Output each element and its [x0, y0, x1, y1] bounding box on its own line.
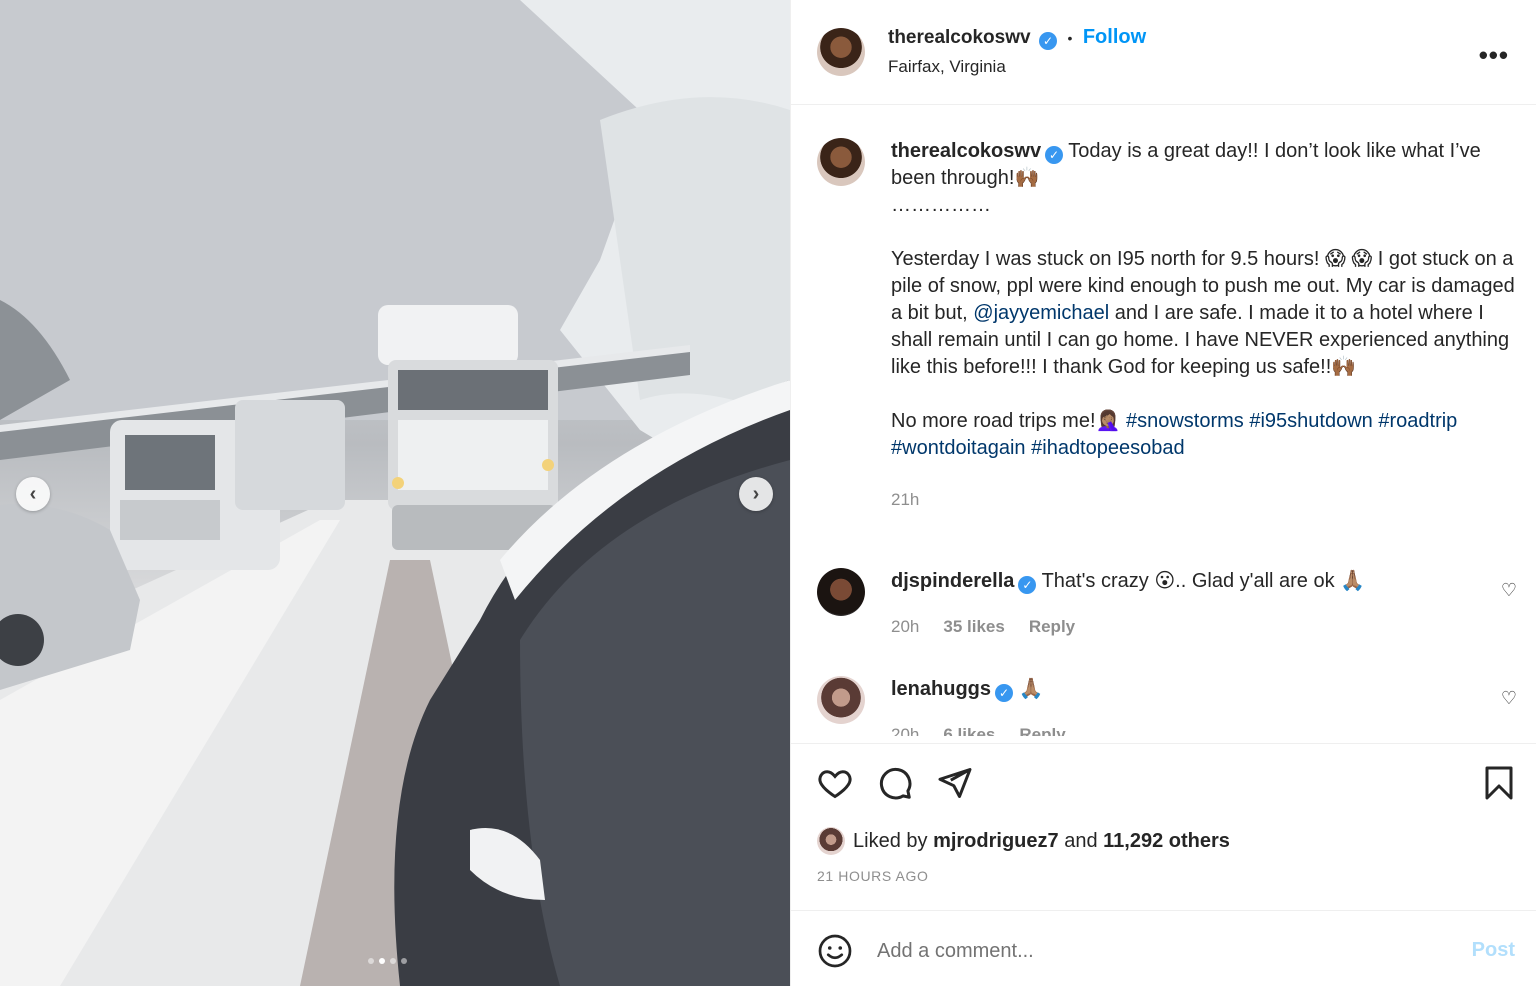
- verified-badge-icon: ✓: [1039, 32, 1058, 50]
- carousel-dot-active: [379, 958, 385, 964]
- previous-slide-button[interactable]: ‹: [16, 477, 50, 511]
- post-time-ago[interactable]: 21 HOURS AGO: [817, 868, 928, 884]
- caption-paragraph-3: No more road trips me!🤦🏽‍♀️ #snowstorms …: [891, 408, 1521, 462]
- comment-likes[interactable]: 6 likes: [943, 721, 995, 736]
- separator: •: [1067, 30, 1073, 46]
- hashtag-link[interactable]: #i95shutdown: [1249, 410, 1372, 432]
- comment-text: That's crazy 😮.. Glad y'all are ok 🙏🏽: [1041, 570, 1366, 592]
- comment-like-heart-icon[interactable]: ♡: [1501, 688, 1517, 709]
- hashtag-link[interactable]: #wontdoitagain: [891, 437, 1026, 459]
- emoji-icon[interactable]: [817, 933, 853, 969]
- likes-count[interactable]: 11,292 others: [1103, 830, 1230, 852]
- caption-username[interactable]: therealcokoswv: [891, 140, 1041, 162]
- comment-meta: 20h 35 likes Reply: [891, 613, 1491, 640]
- liked-by-username[interactable]: mjrodriguez7: [933, 830, 1059, 852]
- comment-time[interactable]: 20h: [891, 613, 919, 640]
- comment-item: djspinderella ✓ That's crazy 😮.. Glad y'a…: [891, 568, 1491, 640]
- comment-reply-button[interactable]: Reply: [1029, 613, 1075, 640]
- comment-input[interactable]: [875, 935, 1439, 967]
- carousel-dot: [390, 958, 396, 964]
- post-header: therealcokoswv ✓ • Follow Fairfax, Virgi…: [791, 0, 1536, 105]
- share-icon[interactable]: [937, 765, 973, 801]
- hashtag-link[interactable]: #ihadtopeesobad: [1031, 437, 1184, 459]
- post-location[interactable]: Fairfax, Virginia: [888, 57, 1006, 77]
- verified-badge-icon: ✓: [995, 684, 1014, 702]
- post-image[interactable]: ‹ ›: [0, 0, 790, 986]
- post-actions: Liked by mjrodriguez7 and 11,292 others …: [791, 743, 1536, 914]
- next-slide-button[interactable]: ›: [739, 477, 773, 511]
- bookmark-icon[interactable]: [1481, 765, 1517, 801]
- comment-likes[interactable]: 35 likes: [943, 613, 1004, 640]
- caption-dots: ……………: [891, 194, 991, 216]
- comment-item: lenahuggs ✓ 🙏🏽 20h 6 likes Reply: [891, 676, 1491, 736]
- comment-icon[interactable]: [877, 765, 913, 801]
- caption-text: No more road trips me!🤦🏽‍♀️: [891, 410, 1126, 432]
- carousel-dot: [368, 958, 374, 964]
- hashtag-link[interactable]: #roadtrip: [1378, 410, 1457, 432]
- caption-timestamp[interactable]: 21h: [891, 486, 1521, 513]
- carousel-dot: [401, 958, 407, 964]
- comment-username[interactable]: djspinderella: [891, 570, 1014, 592]
- commenter-avatar[interactable]: [817, 568, 865, 616]
- comment-username[interactable]: lenahuggs: [891, 678, 991, 700]
- comment-meta: 20h 6 likes Reply: [891, 721, 1491, 736]
- comment-scroll-clip: lenahuggs ✓ 🙏🏽 20h 6 likes Reply ♡: [791, 660, 1536, 736]
- add-comment-bar: Post: [791, 910, 1536, 987]
- liked-by-avatar[interactable]: [817, 827, 845, 855]
- author-username[interactable]: therealcokoswv: [888, 27, 1031, 48]
- chevron-right-icon: ›: [752, 482, 760, 505]
- comment-like-heart-icon[interactable]: ♡: [1501, 580, 1517, 601]
- commenter-avatar[interactable]: [817, 676, 865, 724]
- comment-reply-button[interactable]: Reply: [1019, 721, 1065, 736]
- hashtag-link[interactable]: #snowstorms: [1126, 410, 1244, 432]
- snow-highway-photo: [0, 0, 790, 986]
- post-comment-button[interactable]: Post: [1472, 939, 1515, 962]
- author-avatar[interactable]: [817, 28, 865, 76]
- liked-mid: and: [1058, 829, 1104, 852]
- heart-icon[interactable]: [817, 765, 853, 801]
- chevron-left-icon: ‹: [29, 482, 37, 505]
- carousel-indicator: [368, 958, 407, 964]
- caption-paragraph-2: Yesterday I was stuck on I95 north for 9…: [891, 246, 1521, 381]
- mention-link[interactable]: @jayyemichael: [973, 302, 1109, 324]
- liked-prefix: Liked by: [853, 829, 934, 852]
- caption-author-avatar[interactable]: [817, 138, 865, 186]
- verified-badge-icon: ✓: [1045, 146, 1064, 164]
- follow-button[interactable]: Follow: [1083, 26, 1146, 48]
- comment-time[interactable]: 20h: [891, 721, 919, 736]
- comment-text: 🙏🏽: [1018, 678, 1044, 700]
- likes-summary: Liked by mjrodriguez7 and 11,292 others: [817, 827, 1230, 855]
- more-horizontal-icon[interactable]: •••: [1479, 40, 1509, 71]
- post-caption: therealcokoswv ✓ Today is a great day!! I…: [891, 138, 1521, 513]
- post-details-panel: therealcokoswv ✓ • Follow Fairfax, Virgi…: [790, 0, 1536, 986]
- verified-badge-icon: ✓: [1018, 576, 1037, 594]
